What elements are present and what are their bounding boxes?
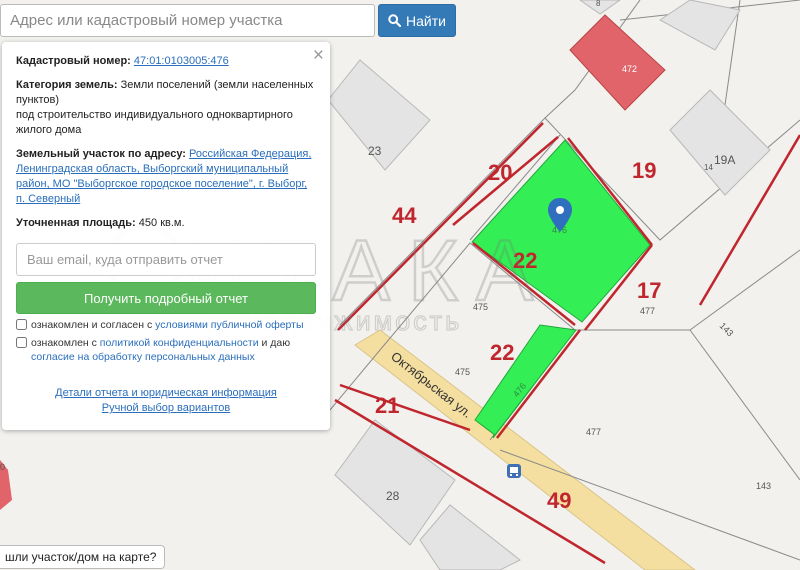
address-row: Земельный участок по адресу: Российская … <box>16 147 316 207</box>
building-label-472: 472 <box>622 64 637 74</box>
report-details-link[interactable]: Детали отчета и юридическая информация <box>16 386 316 401</box>
search-icon <box>388 14 402 27</box>
building-label-14: 14 <box>704 163 713 172</box>
building-label-19a: 19А <box>714 153 735 167</box>
consent-privacy-checkbox[interactable] <box>16 337 27 348</box>
data-processing-link[interactable]: согласие на обработку персональных данны… <box>31 351 255 363</box>
area-row: Уточненная площадь: 450 кв.м. <box>16 216 316 231</box>
consent-privacy-and: и даю <box>258 337 291 349</box>
offer-terms-link[interactable]: условиями публичной оферты <box>155 319 303 331</box>
cadastral-number-label: Кадастровый номер: <box>16 55 131 67</box>
cadastral-number-link[interactable]: 47:01:0103005:476 <box>134 55 229 67</box>
building-label-23: 23 <box>368 144 382 158</box>
manual-selection-link[interactable]: Ручной выбор вариантов <box>16 401 316 416</box>
card-footer-links: Детали отчета и юридическая информация Р… <box>16 386 316 416</box>
consent-privacy-text: ознакомлен с <box>31 337 100 349</box>
bus-stop-icon <box>507 464 521 478</box>
search-button-label: Найти <box>406 12 446 29</box>
parcel-info-card: × Кадастровый номер: 47:01:0103005:476 К… <box>2 42 330 430</box>
building-label-0: 0 <box>0 462 5 472</box>
search-button[interactable]: Найти <box>378 4 456 37</box>
land-category-label: Категория земель: <box>16 79 118 91</box>
area-label: Уточненная площадь: <box>16 217 136 229</box>
consent-offer-label: ознакомлен и согласен с условиями публич… <box>31 318 304 332</box>
dimension-label-20: 20 <box>488 160 512 185</box>
dimension-label-22-mid: 22 <box>490 340 514 365</box>
parcel-label-475-b: 475 <box>455 367 470 377</box>
found-on-map-button[interactable]: шли участок/дом на карте? <box>0 545 166 569</box>
area-value: 450 кв.м. <box>138 217 185 229</box>
consent-privacy-label: ознакомлен с политикой конфиденциальност… <box>31 336 290 364</box>
land-usage-value: под строительство индивидуального однокв… <box>16 109 293 136</box>
address-label: Земельный участок по адресу: <box>16 148 186 160</box>
parcel-label-477-b: 477 <box>586 427 601 437</box>
building-label-8: 8 <box>596 0 601 8</box>
consent-offer-checkbox[interactable] <box>16 319 27 330</box>
search-input[interactable] <box>0 4 375 37</box>
consent-offer-text: ознакомлен и согласен с <box>31 319 156 331</box>
consent-offer: ознакомлен и согласен с условиями публич… <box>16 318 316 332</box>
privacy-policy-link[interactable]: политикой конфиденциальности <box>100 337 259 349</box>
cadastral-number-row: Кадастровый номер: 47:01:0103005:476 <box>16 54 316 69</box>
email-field[interactable] <box>16 243 316 276</box>
consent-privacy: ознакомлен с политикой конфиденциальност… <box>16 336 316 364</box>
dimension-label-19: 19 <box>632 158 656 183</box>
dimension-label-49: 49 <box>547 488 571 513</box>
close-icon[interactable]: × <box>313 46 324 65</box>
land-category-row: Категория земель: Земли поселений (земли… <box>16 78 316 138</box>
parcel-label-143-b: 143 <box>756 481 771 491</box>
dimension-label-21: 21 <box>375 393 399 418</box>
get-report-button[interactable]: Получить подробный отчет <box>16 282 316 314</box>
building-label-28: 28 <box>386 489 400 503</box>
parcel-label-477-a: 477 <box>640 306 655 316</box>
dimension-label-17: 17 <box>637 278 661 303</box>
